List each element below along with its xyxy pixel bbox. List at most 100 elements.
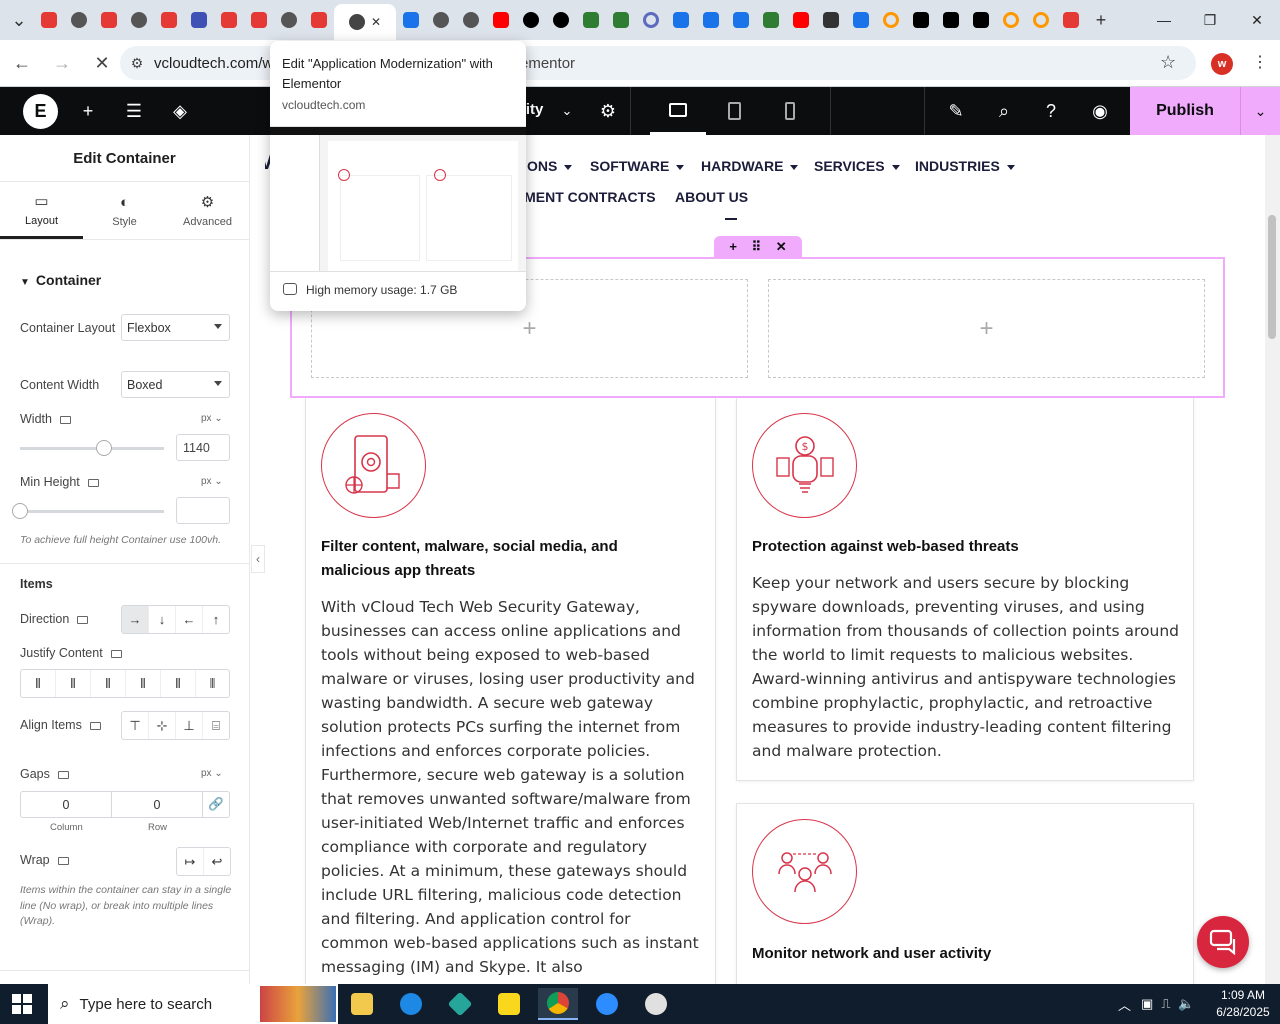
browser-tab[interactable] (996, 0, 1026, 40)
container-layout-select[interactable]: Flexbox (121, 314, 230, 341)
min-height-unit-select[interactable]: px ⌄ (201, 476, 223, 487)
browser-tab[interactable] (846, 0, 876, 40)
no-wrap-icon[interactable]: ↦ (177, 848, 204, 875)
menu-item[interactable]: SOFTWARE (590, 158, 685, 174)
menu-item[interactable]: HARDWARE (701, 158, 799, 174)
structure-layers-icon[interactable]: ◈ (160, 87, 200, 135)
menu-item[interactable]: ABOUT US (675, 189, 748, 205)
justify-start-icon[interactable]: ⫴ (21, 670, 56, 697)
browser-tab[interactable] (606, 0, 636, 40)
browser-tab[interactable] (786, 0, 816, 40)
align-stretch-icon[interactable]: ⌸ (203, 712, 229, 739)
justify-space-around-icon[interactable]: ⫴ (161, 670, 196, 697)
browser-tab[interactable] (456, 0, 486, 40)
back-arrow-icon[interactable]: ← (4, 45, 40, 81)
add-widget-plus-icon[interactable]: + (522, 315, 536, 343)
mobile-view-icon[interactable] (762, 87, 818, 135)
browser-tab[interactable] (636, 0, 666, 40)
justify-space-between-icon[interactable]: ⫴ (126, 670, 161, 697)
width-unit-select[interactable]: px ⌄ (201, 413, 223, 424)
elementor-logo-icon[interactable]: E (23, 94, 58, 129)
add-widget-plus-icon[interactable]: + (979, 315, 993, 343)
responsive-desktop-icon[interactable] (110, 649, 122, 658)
page-dropdown-chevron-icon[interactable]: ⌄ (547, 87, 587, 135)
network-icon[interactable]: ⎍ (1161, 996, 1170, 1012)
responsive-desktop-icon[interactable] (57, 856, 69, 865)
width-slider-handle[interactable] (95, 440, 112, 456)
desktop-view-icon[interactable] (650, 87, 706, 135)
taskbar-clock[interactable]: 1:09 AM 6/28/2025 (1212, 987, 1274, 1021)
min-height-slider-handle[interactable] (12, 503, 28, 519)
browser-tab[interactable] (666, 0, 696, 40)
scrollbar-thumb[interactable] (1268, 215, 1276, 339)
gap-row-input[interactable]: 0 (112, 792, 203, 817)
min-height-slider[interactable] (12, 503, 164, 519)
menu-item[interactable]: INDUSTRIES (915, 158, 1015, 174)
browser-tab[interactable] (274, 0, 304, 40)
page-scrollbar[interactable] (1265, 135, 1280, 984)
justify-end-icon[interactable]: ⫴ (91, 670, 126, 697)
drag-handle-icon[interactable]: ⠿ (752, 239, 762, 255)
browser-tab[interactable] (214, 0, 244, 40)
responsive-desktop-icon[interactable] (59, 415, 71, 424)
direction-row-icon[interactable]: → (122, 606, 149, 633)
direction-column-reverse-icon[interactable]: ↑ (203, 606, 229, 633)
width-input[interactable]: 1140 (176, 434, 230, 461)
browser-tab[interactable] (1056, 0, 1086, 40)
browser-tab[interactable] (184, 0, 214, 40)
link-values-icon[interactable]: 🔗 (203, 792, 229, 817)
active-browser-tab[interactable]: ✕ (334, 4, 396, 40)
tab-style[interactable]: ◐ Style (83, 182, 166, 239)
section-container-toggle[interactable]: ▼ Container (20, 272, 101, 288)
wrap-icon[interactable]: ↩ (204, 848, 230, 875)
browser-tab[interactable] (244, 0, 274, 40)
delete-container-x-icon[interactable]: ✕ (776, 239, 787, 255)
forward-arrow-icon[interactable]: → (44, 45, 80, 81)
direction-column-icon[interactable]: ↓ (149, 606, 176, 633)
gaps-unit-select[interactable]: px ⌄ (201, 768, 223, 779)
file-explorer-icon[interactable] (342, 988, 382, 1020)
publish-options-chevron-icon[interactable]: ⌄ (1240, 87, 1280, 135)
page-settings-gear-icon[interactable]: ⚙ (588, 87, 628, 135)
browser-tab[interactable] (966, 0, 996, 40)
tab-search-chevron-icon[interactable]: ⌄ (4, 0, 34, 40)
stop-loading-icon[interactable]: ✕ (84, 45, 120, 81)
restore-window-icon[interactable]: ❐ (1187, 0, 1233, 40)
menu-item[interactable]: NMENT CONTRACTS (514, 189, 656, 205)
tab-advanced[interactable]: ⚙ Advanced (166, 182, 249, 239)
responsive-desktop-icon[interactable] (87, 478, 99, 487)
responsive-desktop-icon[interactable] (77, 615, 89, 624)
gap-column-input[interactable]: 0 (21, 792, 112, 817)
tab-layout[interactable]: ▭ Layout (0, 182, 83, 239)
add-container-plus-icon[interactable]: + (729, 239, 737, 254)
chrome-taskbar-icon[interactable] (538, 988, 578, 1020)
empty-column-slot[interactable]: + (768, 279, 1205, 378)
browser-tab[interactable] (696, 0, 726, 40)
site-settings-sliders-icon[interactable]: ☰ (114, 87, 154, 135)
app-diamond-icon[interactable] (440, 988, 480, 1020)
browser-tab[interactable] (756, 0, 786, 40)
collapse-panel-chevron-icon[interactable]: ‹ (251, 545, 265, 573)
browser-tab[interactable] (816, 0, 846, 40)
tablet-view-icon[interactable] (706, 87, 762, 135)
align-start-icon[interactable]: ⊤ (122, 712, 149, 739)
browser-tab[interactable] (304, 0, 334, 40)
responsive-desktop-icon[interactable] (57, 770, 69, 779)
menu-item[interactable]: SERVICES (814, 158, 900, 174)
browser-tab[interactable] (154, 0, 184, 40)
browser-tab[interactable] (396, 0, 426, 40)
browser-tab[interactable] (726, 0, 756, 40)
profile-avatar[interactable]: w (1211, 53, 1233, 75)
help-question-icon[interactable]: ? (1031, 87, 1071, 135)
site-info-icon[interactable]: ⚙ (120, 55, 154, 72)
close-tab-icon[interactable]: ✕ (371, 15, 381, 29)
browser-tab[interactable] (94, 0, 124, 40)
align-end-icon[interactable]: ⊥ (176, 712, 203, 739)
browser-tab[interactable] (426, 0, 456, 40)
sticky-notes-icon[interactable] (489, 988, 529, 1020)
tray-chevron-up-icon[interactable]: ︿ (1118, 995, 1131, 1014)
close-window-icon[interactable]: ✕ (1234, 0, 1280, 40)
bookmark-star-icon[interactable]: ☆ (1160, 52, 1176, 73)
browser-menu-icon[interactable]: ⋮ (1252, 52, 1268, 72)
snipping-tool-icon[interactable] (636, 988, 676, 1020)
